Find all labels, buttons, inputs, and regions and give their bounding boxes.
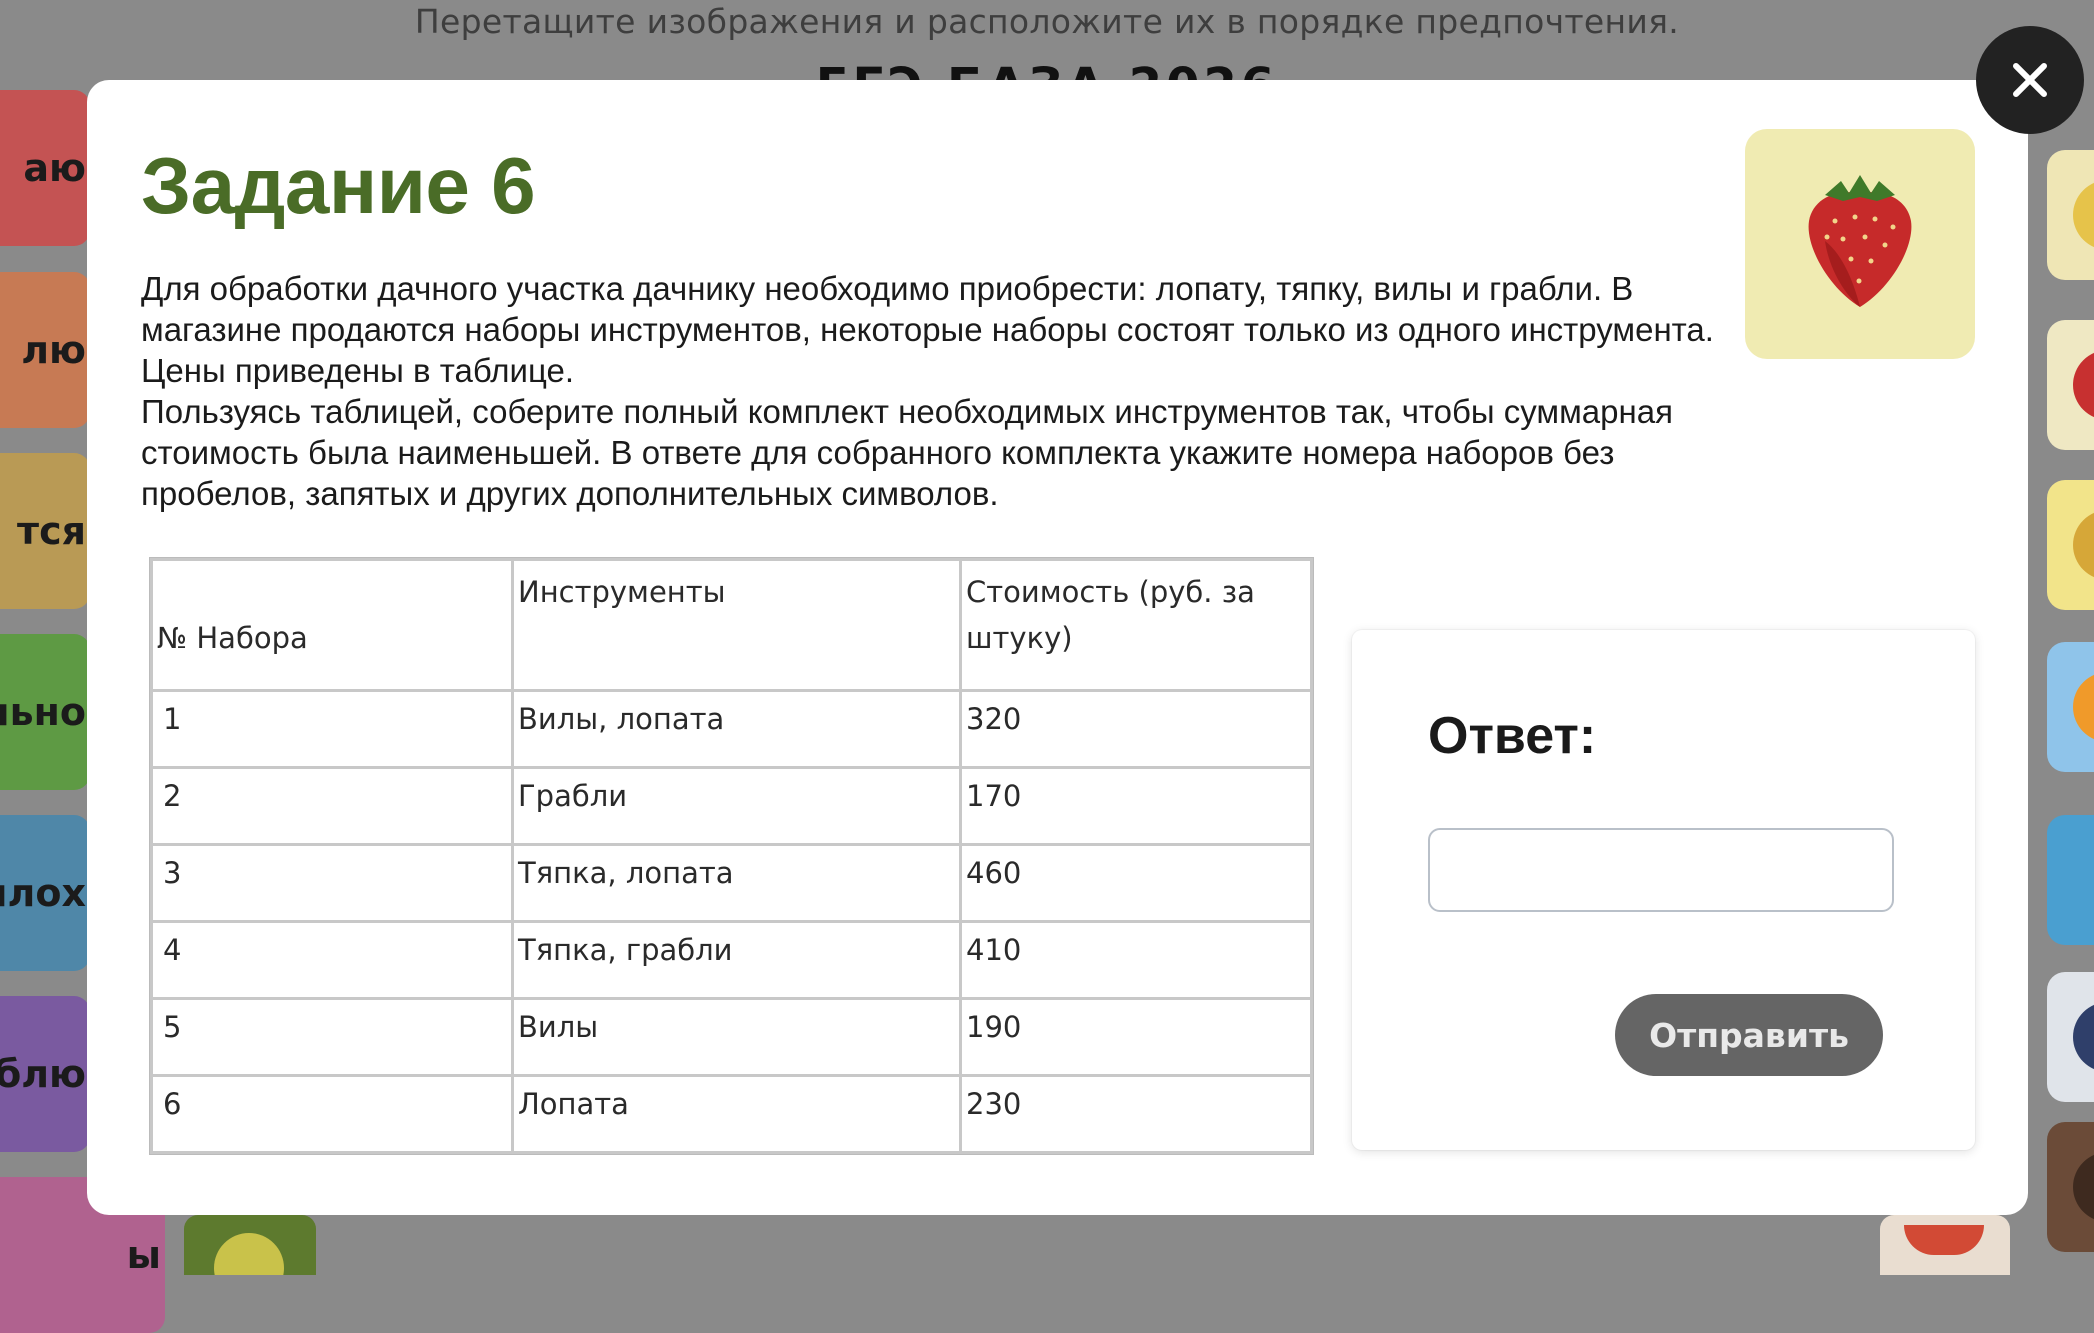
table-cell: Вилы, лопата bbox=[511, 689, 962, 769]
table-row: 2 Грабли 170 bbox=[150, 766, 1313, 846]
close-button[interactable] bbox=[1976, 26, 2084, 134]
table-header-cell: Стоимость (руб. за штуку) bbox=[959, 558, 1313, 692]
table-cell: 190 bbox=[959, 997, 1313, 1077]
left-tile-label: блю bbox=[0, 1052, 86, 1096]
fruit-icon bbox=[1904, 1225, 1984, 1255]
bottom-tile-fruit[interactable] bbox=[1880, 1215, 2010, 1275]
left-tile[interactable]: аю bbox=[0, 90, 90, 246]
left-tile-label: аю bbox=[23, 146, 86, 190]
table-cell: Лопата bbox=[511, 1074, 962, 1154]
right-tile-banana[interactable] bbox=[2047, 150, 2094, 280]
left-tile[interactable]: блю bbox=[0, 996, 90, 1152]
left-tile-label: ы bbox=[126, 1233, 161, 1277]
table-row: 5 Вилы 190 bbox=[150, 997, 1313, 1077]
left-tile[interactable]: тся bbox=[0, 453, 90, 609]
table-cell: 460 bbox=[959, 843, 1313, 923]
table-row: 4 Тяпка, грабли 410 bbox=[150, 920, 1313, 1000]
bottom-tile-lemon[interactable] bbox=[184, 1215, 316, 1275]
table-cell: 3 bbox=[150, 843, 514, 923]
strawberry-icon bbox=[2073, 350, 2094, 420]
left-tile-label: плох bbox=[0, 871, 86, 915]
pineapple-icon bbox=[2073, 510, 2094, 580]
right-tile-blue[interactable] bbox=[2047, 815, 2094, 945]
answer-input[interactable] bbox=[1428, 828, 1894, 912]
right-tile-chocolate[interactable] bbox=[2047, 1122, 2094, 1252]
right-tile-blueberry[interactable] bbox=[2047, 972, 2094, 1102]
table-header-cell: Инструменты bbox=[511, 558, 962, 692]
background-instructions: Перетащите изображения и расположите их … bbox=[414, 2, 1680, 41]
submit-button[interactable]: Отправить bbox=[1615, 994, 1883, 1076]
table-cell: 410 bbox=[959, 920, 1313, 1000]
table-row: 1 Вилы, лопата 320 bbox=[150, 689, 1313, 769]
table-cell: 320 bbox=[959, 689, 1313, 769]
table-cell: 6 bbox=[150, 1074, 514, 1154]
chocolate-icon bbox=[2073, 1152, 2094, 1222]
blueberry-icon bbox=[2073, 1002, 2094, 1072]
table-row: 6 Лопата 230 bbox=[150, 1074, 1313, 1154]
task-paragraph: Для обработки дачного участка дачнику не… bbox=[141, 270, 1714, 389]
answer-label: Ответ: bbox=[1428, 707, 1597, 765]
table-header-number: № Набора bbox=[157, 621, 308, 655]
task-image bbox=[1745, 129, 1975, 359]
left-tile[interactable]: плох bbox=[0, 815, 90, 971]
price-table: № Набора Инструменты Стоимость (руб. за … bbox=[150, 558, 1313, 1154]
right-tile-strawberry[interactable] bbox=[2047, 320, 2094, 450]
lemon-icon bbox=[214, 1233, 284, 1275]
table-cell: Тяпка, грабли bbox=[511, 920, 962, 1000]
right-tile-orange[interactable] bbox=[2047, 642, 2094, 772]
table-cell: 1 bbox=[150, 689, 514, 769]
right-tile-pineapple[interactable] bbox=[2047, 480, 2094, 610]
task-paragraph: Пользуясь таблицей, соберите полный комп… bbox=[141, 393, 1673, 512]
table-cell: 4 bbox=[150, 920, 514, 1000]
left-tile-label: льно bbox=[0, 690, 86, 734]
task-title: Задание 6 bbox=[141, 141, 536, 230]
table-cell: Тяпка, лопата bbox=[511, 843, 962, 923]
table-header-cell: № Набора bbox=[150, 558, 514, 692]
banana-icon bbox=[2073, 180, 2094, 250]
answer-card: Ответ: Отправить bbox=[1352, 630, 1975, 1150]
table-cell: 2 bbox=[150, 766, 514, 846]
left-tile-label: тся bbox=[17, 509, 86, 553]
table-cell: Грабли bbox=[511, 766, 962, 846]
task-description: Для обработки дачного участка дачнику не… bbox=[141, 268, 1721, 514]
close-icon bbox=[2013, 63, 2047, 97]
left-tile-label: лю bbox=[21, 328, 86, 372]
table-row: 3 Тяпка, лопата 460 bbox=[150, 843, 1313, 923]
table-header-row: № Набора Инструменты Стоимость (руб. за … bbox=[150, 558, 1313, 692]
left-tile[interactable]: лю bbox=[0, 272, 90, 428]
table-cell: 230 bbox=[959, 1074, 1313, 1154]
strawberry-icon bbox=[1808, 175, 1912, 307]
table-cell: Вилы bbox=[511, 997, 962, 1077]
table-cell: 170 bbox=[959, 766, 1313, 846]
table-cell: 5 bbox=[150, 997, 514, 1077]
left-tile[interactable]: льно bbox=[0, 634, 90, 790]
orange-icon bbox=[2073, 672, 2094, 742]
